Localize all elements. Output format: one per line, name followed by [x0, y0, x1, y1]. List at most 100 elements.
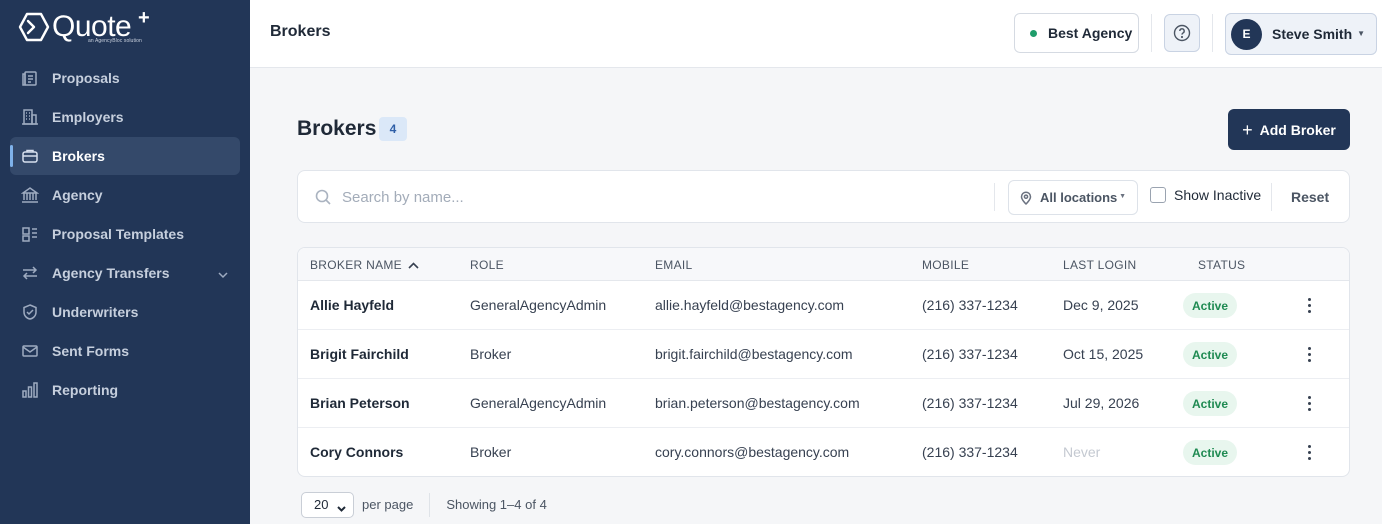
broker-name[interactable]: Brian Peterson — [310, 395, 410, 411]
hexagon-logo-icon — [18, 12, 50, 42]
row-actions-kebab-icon[interactable] — [1301, 343, 1317, 365]
row-actions-kebab-icon[interactable] — [1301, 392, 1317, 414]
column-header-mobile[interactable]: MOBILE — [922, 258, 969, 272]
table-row[interactable]: Brian Peterson GeneralAgencyAdmin brian.… — [298, 379, 1349, 428]
help-button[interactable] — [1164, 14, 1200, 52]
add-broker-button[interactable]: + Add Broker — [1228, 109, 1350, 150]
broker-role: GeneralAgencyAdmin — [470, 395, 607, 411]
header-divider — [1212, 14, 1213, 52]
sidebar-item-proposals[interactable]: Proposals — [10, 59, 240, 97]
broker-last-login: Oct 15, 2025 — [1063, 346, 1144, 362]
column-header-email[interactable]: EMAIL — [655, 258, 693, 272]
sidebar-item-employers[interactable]: Employers — [10, 98, 240, 136]
column-header-label: BROKER NAME — [310, 258, 402, 272]
bank-icon — [20, 185, 40, 205]
agency-name: Best Agency — [1048, 25, 1133, 41]
broker-role: Broker — [470, 444, 512, 460]
map-pin-icon — [1020, 190, 1032, 205]
user-name: Steve Smith — [1272, 26, 1353, 42]
location-select-value: All locations — [1040, 190, 1118, 205]
sidebar-item-reporting[interactable]: Reporting — [10, 371, 240, 409]
show-inactive-label: Show Inactive — [1174, 187, 1262, 203]
sidebar-item-label: Underwriters — [52, 304, 139, 320]
sidebar-item-agency-transfers[interactable]: Agency Transfers — [10, 254, 240, 292]
filter-bar: All locations ▼ Show Inactive Reset — [297, 170, 1350, 223]
broker-name[interactable]: Brigit Fairchild — [310, 346, 409, 362]
column-header-broker-name[interactable]: BROKER NAME — [310, 258, 419, 272]
broker-email: allie.hayfeld@bestagency.com — [655, 297, 845, 313]
location-select[interactable]: All locations ▼ — [1008, 180, 1138, 215]
chevron-down-icon[interactable] — [218, 267, 228, 279]
broker-role: Broker — [470, 346, 512, 362]
sidebar-item-label: Agency Transfers — [52, 265, 170, 281]
avatar: E — [1231, 18, 1262, 50]
chevron-down-icon — [337, 501, 346, 516]
table-header: BROKER NAME ROLE EMAIL MOBILE LAST LOGIN… — [298, 248, 1349, 281]
sort-ascending-icon — [408, 258, 419, 269]
status-badge: Active — [1183, 440, 1238, 465]
sidebar-item-label: Brokers — [52, 148, 105, 164]
agency-switcher-button[interactable]: Best Agency — [1014, 13, 1139, 53]
sidebar-item-label: Employers — [52, 109, 124, 125]
sidebar-item-label: Proposal Templates — [52, 226, 185, 242]
column-header-role[interactable]: ROLE — [470, 258, 504, 272]
broker-mobile: (216) 337-1234 — [922, 444, 1018, 460]
status-badge: Active — [1183, 342, 1238, 367]
showing-count: Showing 1–4 of 4 — [446, 497, 547, 512]
broker-last-login: Jul 29, 2026 — [1063, 395, 1140, 411]
caret-down-icon: ▼ — [1357, 29, 1365, 38]
broker-email: brigit.fairchild@bestagency.com — [655, 346, 853, 362]
quote-plus-logo[interactable]: Quote + an AgencyBloc solution — [18, 7, 158, 47]
sidebar-item-label: Reporting — [52, 382, 119, 398]
show-inactive-checkbox[interactable] — [1150, 187, 1166, 203]
plus-icon: + — [1242, 119, 1253, 140]
shield-icon — [20, 302, 40, 322]
pagination: 20 per page Showing 1–4 of 4 — [301, 491, 547, 518]
broker-name[interactable]: Allie Hayfeld — [310, 297, 394, 313]
header-title: Brokers — [270, 23, 331, 40]
table-row[interactable]: Allie Hayfeld GeneralAgencyAdmin allie.h… — [298, 281, 1349, 330]
logo-tagline: an AgencyBloc solution — [88, 38, 142, 44]
transfer-icon — [20, 263, 40, 283]
filter-divider — [1271, 183, 1272, 211]
agency-status-dot — [1030, 29, 1037, 37]
template-icon — [20, 224, 40, 244]
per-page-select[interactable]: 20 — [301, 491, 354, 518]
column-header-status[interactable]: STATUS — [1198, 258, 1245, 272]
show-inactive-toggle[interactable]: Show Inactive — [1150, 187, 1261, 203]
top-header: Brokers Best Agency E Steve Smith ▼ — [250, 0, 1382, 68]
brokers-table: BROKER NAME ROLE EMAIL MOBILE LAST LOGIN… — [297, 247, 1350, 477]
broker-email: cory.connors@bestagency.com — [655, 444, 850, 460]
status-badge: Active — [1183, 391, 1238, 416]
filter-divider — [994, 183, 995, 211]
sidebar-item-agency[interactable]: Agency — [10, 176, 240, 214]
sidebar-item-underwriters[interactable]: Underwriters — [10, 293, 240, 331]
sidebar-item-label: Proposals — [52, 70, 120, 86]
status-badge: Active — [1183, 293, 1238, 318]
broker-mobile: (216) 337-1234 — [922, 297, 1018, 313]
row-actions-kebab-icon[interactable] — [1301, 441, 1317, 463]
logo-plus: + — [138, 7, 150, 29]
user-menu-button[interactable]: E Steve Smith ▼ — [1225, 13, 1377, 55]
broker-mobile: (216) 337-1234 — [922, 346, 1018, 362]
sidebar-item-brokers[interactable]: Brokers — [10, 137, 240, 175]
pagination-divider — [429, 492, 431, 517]
mail-icon — [20, 341, 40, 361]
reset-button[interactable]: Reset — [1291, 189, 1329, 205]
per-page-label: per page — [362, 497, 414, 512]
column-header-last-login[interactable]: LAST LOGIN — [1063, 258, 1136, 272]
row-actions-kebab-icon[interactable] — [1301, 294, 1317, 316]
sidebar-item-proposal-templates[interactable]: Proposal Templates — [10, 215, 240, 253]
header-divider — [1151, 14, 1152, 52]
search-input[interactable] — [342, 185, 982, 209]
bar-chart-icon — [20, 380, 40, 400]
table-row[interactable]: Brigit Fairchild Broker brigit.fairchild… — [298, 330, 1349, 379]
table-row[interactable]: Cory Connors Broker cory.connors@bestage… — [298, 428, 1349, 476]
caret-down-icon: ▼ — [1119, 193, 1126, 200]
sidebar-nav: Proposals Employers Brokers Agency Propo… — [10, 59, 240, 410]
broker-name[interactable]: Cory Connors — [310, 444, 403, 460]
search-icon — [315, 189, 331, 205]
sidebar-item-sent-forms[interactable]: Sent Forms — [10, 332, 240, 370]
page-title: Brokers — [297, 117, 377, 140]
help-icon — [1173, 24, 1191, 42]
